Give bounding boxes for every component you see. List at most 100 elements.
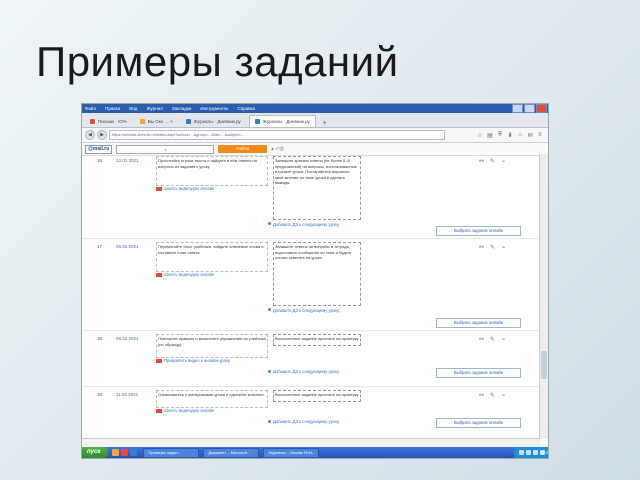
new-tab-button[interactable]: + [319,120,331,127]
row-date[interactable]: 23.01.2021 [116,158,139,163]
ie-icon[interactable] [130,449,138,456]
video-icon [156,408,162,413]
row-number: 19 [97,392,103,397]
tab-second[interactable]: Вы Окн … × [135,116,178,127]
attach-icon[interactable]: ⌁ [498,336,509,343]
toolbar-icons: ☆ ▤ ⛨ ⬇ ⌂ ✉ ≡ [475,132,545,139]
choose-task-button[interactable]: Выбрать задание онлайн [436,368,521,378]
tab-journal-active[interactable]: Журналы · Дневник.ру [248,115,316,127]
clock: 12:44 [540,450,548,455]
task-text: Повторите правило и выполните упражнение… [156,334,268,358]
link-icon[interactable]: ⚯ [476,336,487,343]
video-link[interactable]: Залить видеоурок онлайн [156,186,266,192]
row-actions: ⚯ ✎ ⌁ [476,392,509,399]
task-text: Перечитайте текст учебника, найдите ключ… [156,242,268,272]
home-icon[interactable]: ⌂ [515,132,525,139]
url-field[interactable]: https://schools.dnevnik.ru/marks.aspx?sc… [109,130,445,140]
answer-text[interactable]: Запишите краткие ответы (не более 5–6 пр… [273,156,361,220]
row-number: 17 [97,244,103,249]
star-icon[interactable]: ☆ [475,132,485,139]
status-dot [268,308,271,311]
quick-launch [112,449,139,456]
task-text: Ознакомьтесь с материалами урока и сдела… [156,390,268,408]
link-icon[interactable]: ⚯ [476,158,487,165]
choose-task-button[interactable]: Выбрать задание онлайн [436,418,521,428]
menu-help[interactable]: Справка [237,106,255,111]
slide-title: Примеры заданий [36,38,399,85]
row-date[interactable]: 06.02.2021 [116,244,139,249]
minimize-button[interactable] [512,104,523,113]
clipboard-icon[interactable]: ▤ [485,132,495,139]
menu-edit[interactable]: Правка [105,106,120,111]
add-homework-link[interactable]: Добавить ДЗ к следующему уроку [273,222,339,227]
start-button[interactable]: пуск [82,447,109,458]
status-dot [268,420,271,423]
shield-icon[interactable]: ⛨ [495,132,505,139]
answer-text[interactable]: Запишите ответы на вопросы в тетрадь, по… [273,242,361,306]
video-link[interactable]: Залить видеоурок онлайн [156,272,266,278]
attach-icon[interactable]: ⌁ [498,392,509,399]
tab-journal[interactable]: Журналы · Дневник.ру [181,116,246,127]
edit-icon[interactable]: ✎ [487,244,498,251]
journal-icon [254,119,260,124]
taskbar-item[interactable]: Документ – Microsoft… [203,447,260,458]
video-icon [156,186,162,191]
find-button[interactable]: Найти [218,145,268,153]
video-icon [156,272,162,277]
download-icon[interactable]: ⬇ [505,132,515,139]
horizontal-scrollbar[interactable] [82,438,540,447]
row-actions: ⚯ ✎ ⌁ [476,336,509,343]
table-row: 16 23.01.2021 Прочитайте строки текста и… [82,154,538,239]
row-date[interactable]: 06.02.2021 [116,336,139,341]
tray-icon[interactable] [519,450,524,455]
menu-history[interactable]: Журнал [146,106,162,111]
video-link[interactable]: Залить видеоурок онлайн [156,408,266,414]
maximize-button[interactable] [524,104,535,113]
menu-tools[interactable]: Инструменты [200,106,228,111]
volume-icon[interactable] [533,450,538,455]
row-date[interactable]: 11.02.2021 [116,392,138,397]
attach-icon[interactable]: ⌁ [498,244,509,251]
back-icon[interactable]: ◀ [85,130,95,140]
taskbar-item[interactable]: Примеры задан… [143,447,200,458]
tab-bar: Письма · IO% Вы Окн … × Журналы · Дневни… [82,113,548,128]
row-number: 18 [97,336,103,341]
menu-bar: Файл Правка Вид Журнал Закладки Инструме… [82,104,548,113]
edit-icon[interactable]: ✎ [487,158,498,165]
menu-bookmarks[interactable]: Закладки [172,106,191,111]
choose-task-button[interactable]: Выбрать задание онлайн [436,226,521,236]
video-link[interactable]: Прикрепить видео к онлайн-уроку [156,358,266,364]
chat-icon[interactable]: ✉ [525,132,535,139]
link-icon[interactable]: ⚯ [476,244,487,251]
close-button[interactable] [536,104,547,113]
attach-icon[interactable]: ⌁ [498,158,509,165]
toolbar-extra-icons[interactable]: ▲✔▥ [270,146,284,152]
edit-icon[interactable]: ✎ [487,392,498,399]
nav-bar: ◀ ▶ https://schools.dnevnik.ru/marks.asp… [82,128,548,143]
menu-view[interactable]: Вид [129,106,137,111]
homework-table: 16 23.01.2021 Прочитайте строки текста и… [82,154,538,439]
browser-screenshot: Файл Правка Вид Журнал Закладки Инструме… [82,104,548,458]
link-icon[interactable]: ⚯ [476,392,487,399]
menu-file[interactable]: Файл [85,106,96,111]
forward-icon[interactable]: ▶ [97,130,107,140]
add-homework-link[interactable]: Добавить ДЗ к следующему уроку [273,369,339,374]
tab-mail[interactable]: Письма · IO% [85,116,132,127]
answer-text[interactable]: Выполненное задание прислать на проверку [273,390,361,402]
choose-task-button[interactable]: Выбрать задание онлайн [436,318,521,328]
menu-icon[interactable]: ≡ [535,132,545,139]
edit-icon[interactable]: ✎ [487,336,498,343]
task-text: Прочитайте строки текста и найдите в нём… [156,156,268,186]
browser-icon[interactable] [121,449,129,456]
scroll-thumb[interactable] [541,351,547,379]
mail-search-input[interactable]: • [116,144,215,154]
add-homework-link[interactable]: Добавить ДЗ к следующему уроку [273,308,339,313]
windows-taskbar: пуск Примеры задан… Документ – Microsoft… [82,447,548,458]
mailru-logo[interactable]: @mail.ru [85,144,113,154]
add-homework-link[interactable]: Добавить ДЗ к следующему уроку [273,419,339,424]
tray-icon[interactable] [526,450,531,455]
vertical-scrollbar[interactable] [539,154,548,439]
folder-icon[interactable] [112,449,120,456]
taskbar-item[interactable]: Журналы – Mozilla Firef… [263,447,320,458]
answer-text[interactable]: Выполненное задание прислать на проверку [273,334,361,346]
